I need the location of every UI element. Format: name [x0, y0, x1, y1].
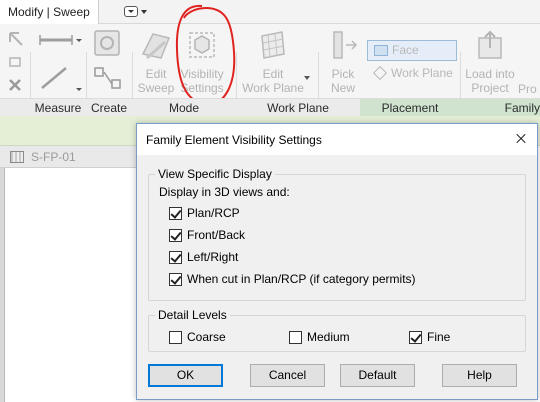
- panel-label-placement: Placement: [360, 99, 460, 117]
- modify-tools-icon: [9, 32, 23, 91]
- edit-work-plane-button[interactable]: Edit Work Plane: [240, 28, 306, 100]
- dialog-title-bar: Family Element Visibility Settings: [137, 124, 537, 155]
- create-icon: [94, 30, 121, 89]
- coarse-checkbox[interactable]: Coarse: [169, 329, 226, 345]
- load-into-project-close-button[interactable]: Pro: [518, 82, 540, 98]
- view-tab[interactable]: S-FP-01: [0, 146, 140, 168]
- pick-plane-icon: [333, 31, 358, 59]
- checkbox-checked-icon: [169, 206, 182, 220]
- checkbox-checked-icon: [169, 228, 182, 242]
- dropdown-box-icon: [124, 6, 138, 17]
- tab-modify-sweep[interactable]: Modify | Sweep: [0, 0, 99, 24]
- work-plane-placement-button[interactable]: Work Plane: [367, 64, 457, 82]
- display-in-3d-label: Display in 3D views and:: [159, 185, 290, 199]
- checkbox-checked-icon: [169, 250, 182, 264]
- detail-levels-group: Detail Levels Coarse Medium Fine: [148, 308, 526, 352]
- checkbox-checked-icon: [169, 272, 182, 286]
- load-into-project-button[interactable]: Load into Project: [462, 28, 518, 100]
- panel-label-family: Family: [460, 99, 540, 117]
- medium-checkbox[interactable]: Medium: [289, 329, 350, 345]
- close-icon[interactable]: [509, 128, 533, 150]
- pick-new-button[interactable]: Pick New: [322, 28, 364, 100]
- quick-access-dropdown[interactable]: [120, 6, 150, 19]
- cancel-button[interactable]: Cancel: [250, 364, 325, 387]
- panel-label-work-plane: Work Plane: [267, 101, 329, 115]
- visibility-settings-dialog: Family Element Visibility Settings View …: [136, 123, 538, 400]
- panel-label-create: Create: [90, 101, 128, 115]
- ribbon-tab-bar: Modify | Sweep: [0, 0, 540, 24]
- face-icon: [374, 45, 388, 56]
- ribbon-panel-labels: Measure Create Mode Work Plane Placement…: [0, 98, 540, 117]
- face-placement-button[interactable]: Face: [367, 40, 457, 61]
- front-back-checkbox[interactable]: Front/Back: [169, 227, 245, 243]
- dialog-title: Family Element Visibility Settings: [146, 133, 322, 147]
- canvas-border: [4, 168, 5, 402]
- fine-checkbox[interactable]: Fine: [409, 329, 450, 345]
- measure-icon: [39, 35, 82, 91]
- chevron-down-icon: [141, 10, 147, 14]
- checkbox-checked-icon: [409, 330, 422, 344]
- left-right-checkbox[interactable]: Left/Right: [169, 249, 238, 265]
- group-title: View Specific Display: [155, 167, 275, 181]
- work-plane-icon: [372, 65, 388, 81]
- chevron-down-icon[interactable]: [304, 76, 310, 80]
- when-cut-checkbox[interactable]: When cut in Plan/RCP (if category permit…: [169, 271, 416, 287]
- plan-view-icon: [10, 151, 24, 163]
- checkbox-unchecked-icon: [289, 330, 302, 344]
- annotation-circle-icon: [175, 4, 236, 106]
- plan-rcp-checkbox[interactable]: Plan/RCP: [169, 205, 240, 221]
- ok-button[interactable]: OK: [148, 364, 223, 387]
- default-button[interactable]: Default: [340, 364, 415, 387]
- view-specific-display-group: View Specific Display Display in 3D view…: [148, 167, 526, 301]
- load-into-project-icon: [478, 30, 502, 59]
- help-button[interactable]: Help: [442, 364, 517, 387]
- checkbox-unchecked-icon: [169, 330, 182, 344]
- work-plane-grid-icon: [261, 31, 285, 59]
- group-title: Detail Levels: [155, 308, 230, 322]
- panel-label-mode: Mode: [168, 101, 200, 115]
- panel-label-measure: Measure: [34, 101, 82, 115]
